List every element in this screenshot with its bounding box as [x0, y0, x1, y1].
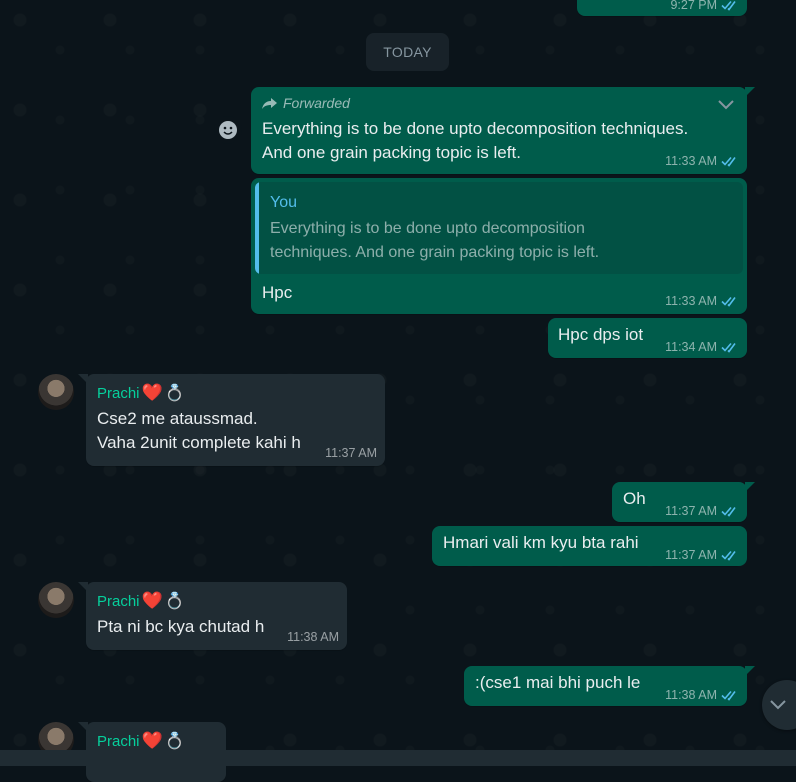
double-tick-icon — [721, 506, 736, 517]
composer-bar-edge — [0, 750, 796, 766]
avatar[interactable] — [38, 374, 74, 410]
message-text-line: Vaha 2unit complete kahi h — [97, 433, 301, 452]
message-meta: 11:33 AM — [665, 154, 739, 168]
message-time: 11:34 AM — [665, 340, 717, 354]
message-meta: 11:37 AM — [665, 548, 739, 562]
message-meta: 11:38 AM — [665, 688, 739, 702]
message-bubble-incoming[interactable]: Prachi ❤️ 💍 Pta ni bc kya chutad h 11:38… — [78, 582, 347, 650]
avatar[interactable] — [38, 582, 74, 618]
message-time: 9:27 PM — [670, 0, 717, 12]
message-time: 11:37 AM — [665, 548, 717, 562]
message-bubble-reply[interactable]: You Everything is to be done upto decomp… — [251, 178, 747, 314]
bubble-tail — [78, 582, 88, 592]
message-text: Hpc — [262, 283, 293, 302]
double-tick-icon — [721, 690, 736, 701]
message-text: Hmari vali km kyu bta rahi — [443, 533, 639, 552]
sender-name-text: Prachi — [97, 384, 140, 402]
message-text: :(cse1 mai bhi puch le — [475, 673, 641, 692]
message-text-line: Everything is to be done upto decomposit… — [262, 119, 689, 138]
quoted-message[interactable]: You Everything is to be done upto decomp… — [255, 182, 743, 274]
message-bubble-incoming[interactable]: Prachi ❤️ 💍 Cse2 me ataussmad. Vaha 2uni… — [78, 374, 385, 466]
message-bubble[interactable]: Oh 11:37 AM — [612, 482, 755, 522]
message-time: 11:38 AM — [665, 688, 717, 702]
ring-emoji: 💍 — [164, 733, 185, 750]
message-time: 11:33 AM — [665, 294, 717, 308]
heart-emoji: ❤️ — [141, 591, 163, 610]
message-meta: 9:27 PM — [670, 0, 739, 12]
forwarded-label: Forwarded — [262, 95, 350, 111]
message-bubble-partial[interactable]: 9:27 PM — [577, 0, 747, 16]
quote-accent-bar — [255, 182, 259, 274]
ring-emoji: 💍 — [164, 385, 185, 402]
quote-author: You — [270, 194, 297, 211]
heart-emoji: ❤️ — [141, 383, 163, 402]
bubble-tail — [745, 482, 755, 492]
forwarded-text: Forwarded — [283, 95, 350, 111]
message-bubble[interactable]: Hmari vali km kyu bta rahi 11:37 AM — [432, 526, 747, 566]
message-meta: 11:37 AM — [665, 504, 739, 518]
forward-icon — [262, 98, 277, 109]
heart-emoji: ❤️ — [141, 731, 163, 750]
message-text: Oh — [623, 489, 646, 508]
scroll-down-icon — [770, 700, 786, 710]
emoji-react-icon[interactable] — [214, 116, 242, 144]
date-divider: TODAY — [366, 33, 449, 71]
message-time: 11:37 AM — [325, 446, 377, 460]
message-time: 11:38 AM — [287, 630, 339, 644]
message-bubble-forwarded[interactable]: Forwarded Everything is to be done upto … — [251, 87, 755, 174]
sender-name-text: Prachi — [97, 732, 140, 750]
sender-name[interactable]: Prachi ❤️ 💍 — [97, 591, 185, 611]
message-text: Pta ni bc kya chutad h — [97, 617, 265, 636]
double-tick-icon — [721, 342, 736, 353]
bubble-tail — [745, 666, 755, 676]
message-meta: 11:37 AM — [325, 446, 377, 460]
message-meta: 11:38 AM — [287, 630, 339, 644]
bubble-tail — [78, 374, 88, 384]
sender-name[interactable]: Prachi ❤️ 💍 — [97, 731, 185, 751]
sender-name[interactable]: Prachi ❤️ 💍 — [97, 383, 185, 403]
date-divider-label: TODAY — [383, 44, 432, 60]
message-meta: 11:34 AM — [665, 340, 739, 354]
quote-text-line: Everything is to be done upto decomposit… — [270, 220, 585, 237]
message-text-line: Cse2 me ataussmad. — [97, 409, 258, 428]
message-meta: 11:33 AM — [665, 294, 739, 308]
message-bubble[interactable]: Hpc dps iot 11:34 AM — [548, 318, 747, 358]
double-tick-icon — [721, 550, 736, 561]
bubble-tail — [745, 87, 755, 97]
message-text-line: And one grain packing topic is left. — [262, 143, 521, 162]
message-time: 11:37 AM — [665, 504, 717, 518]
ring-emoji: 💍 — [164, 593, 185, 610]
double-tick-icon — [721, 0, 736, 11]
quote-text-line: techniques. And one grain packing topic … — [270, 244, 600, 261]
message-text: Hpc dps iot — [558, 325, 644, 344]
chevron-down-icon[interactable] — [717, 99, 735, 111]
bubble-tail — [78, 722, 88, 732]
sender-name-text: Prachi — [97, 592, 140, 610]
message-bubble[interactable]: :(cse1 mai bhi puch le 11:38 AM — [464, 666, 755, 706]
double-tick-icon — [721, 156, 736, 167]
message-time: 11:33 AM — [665, 154, 717, 168]
double-tick-icon — [721, 296, 736, 307]
